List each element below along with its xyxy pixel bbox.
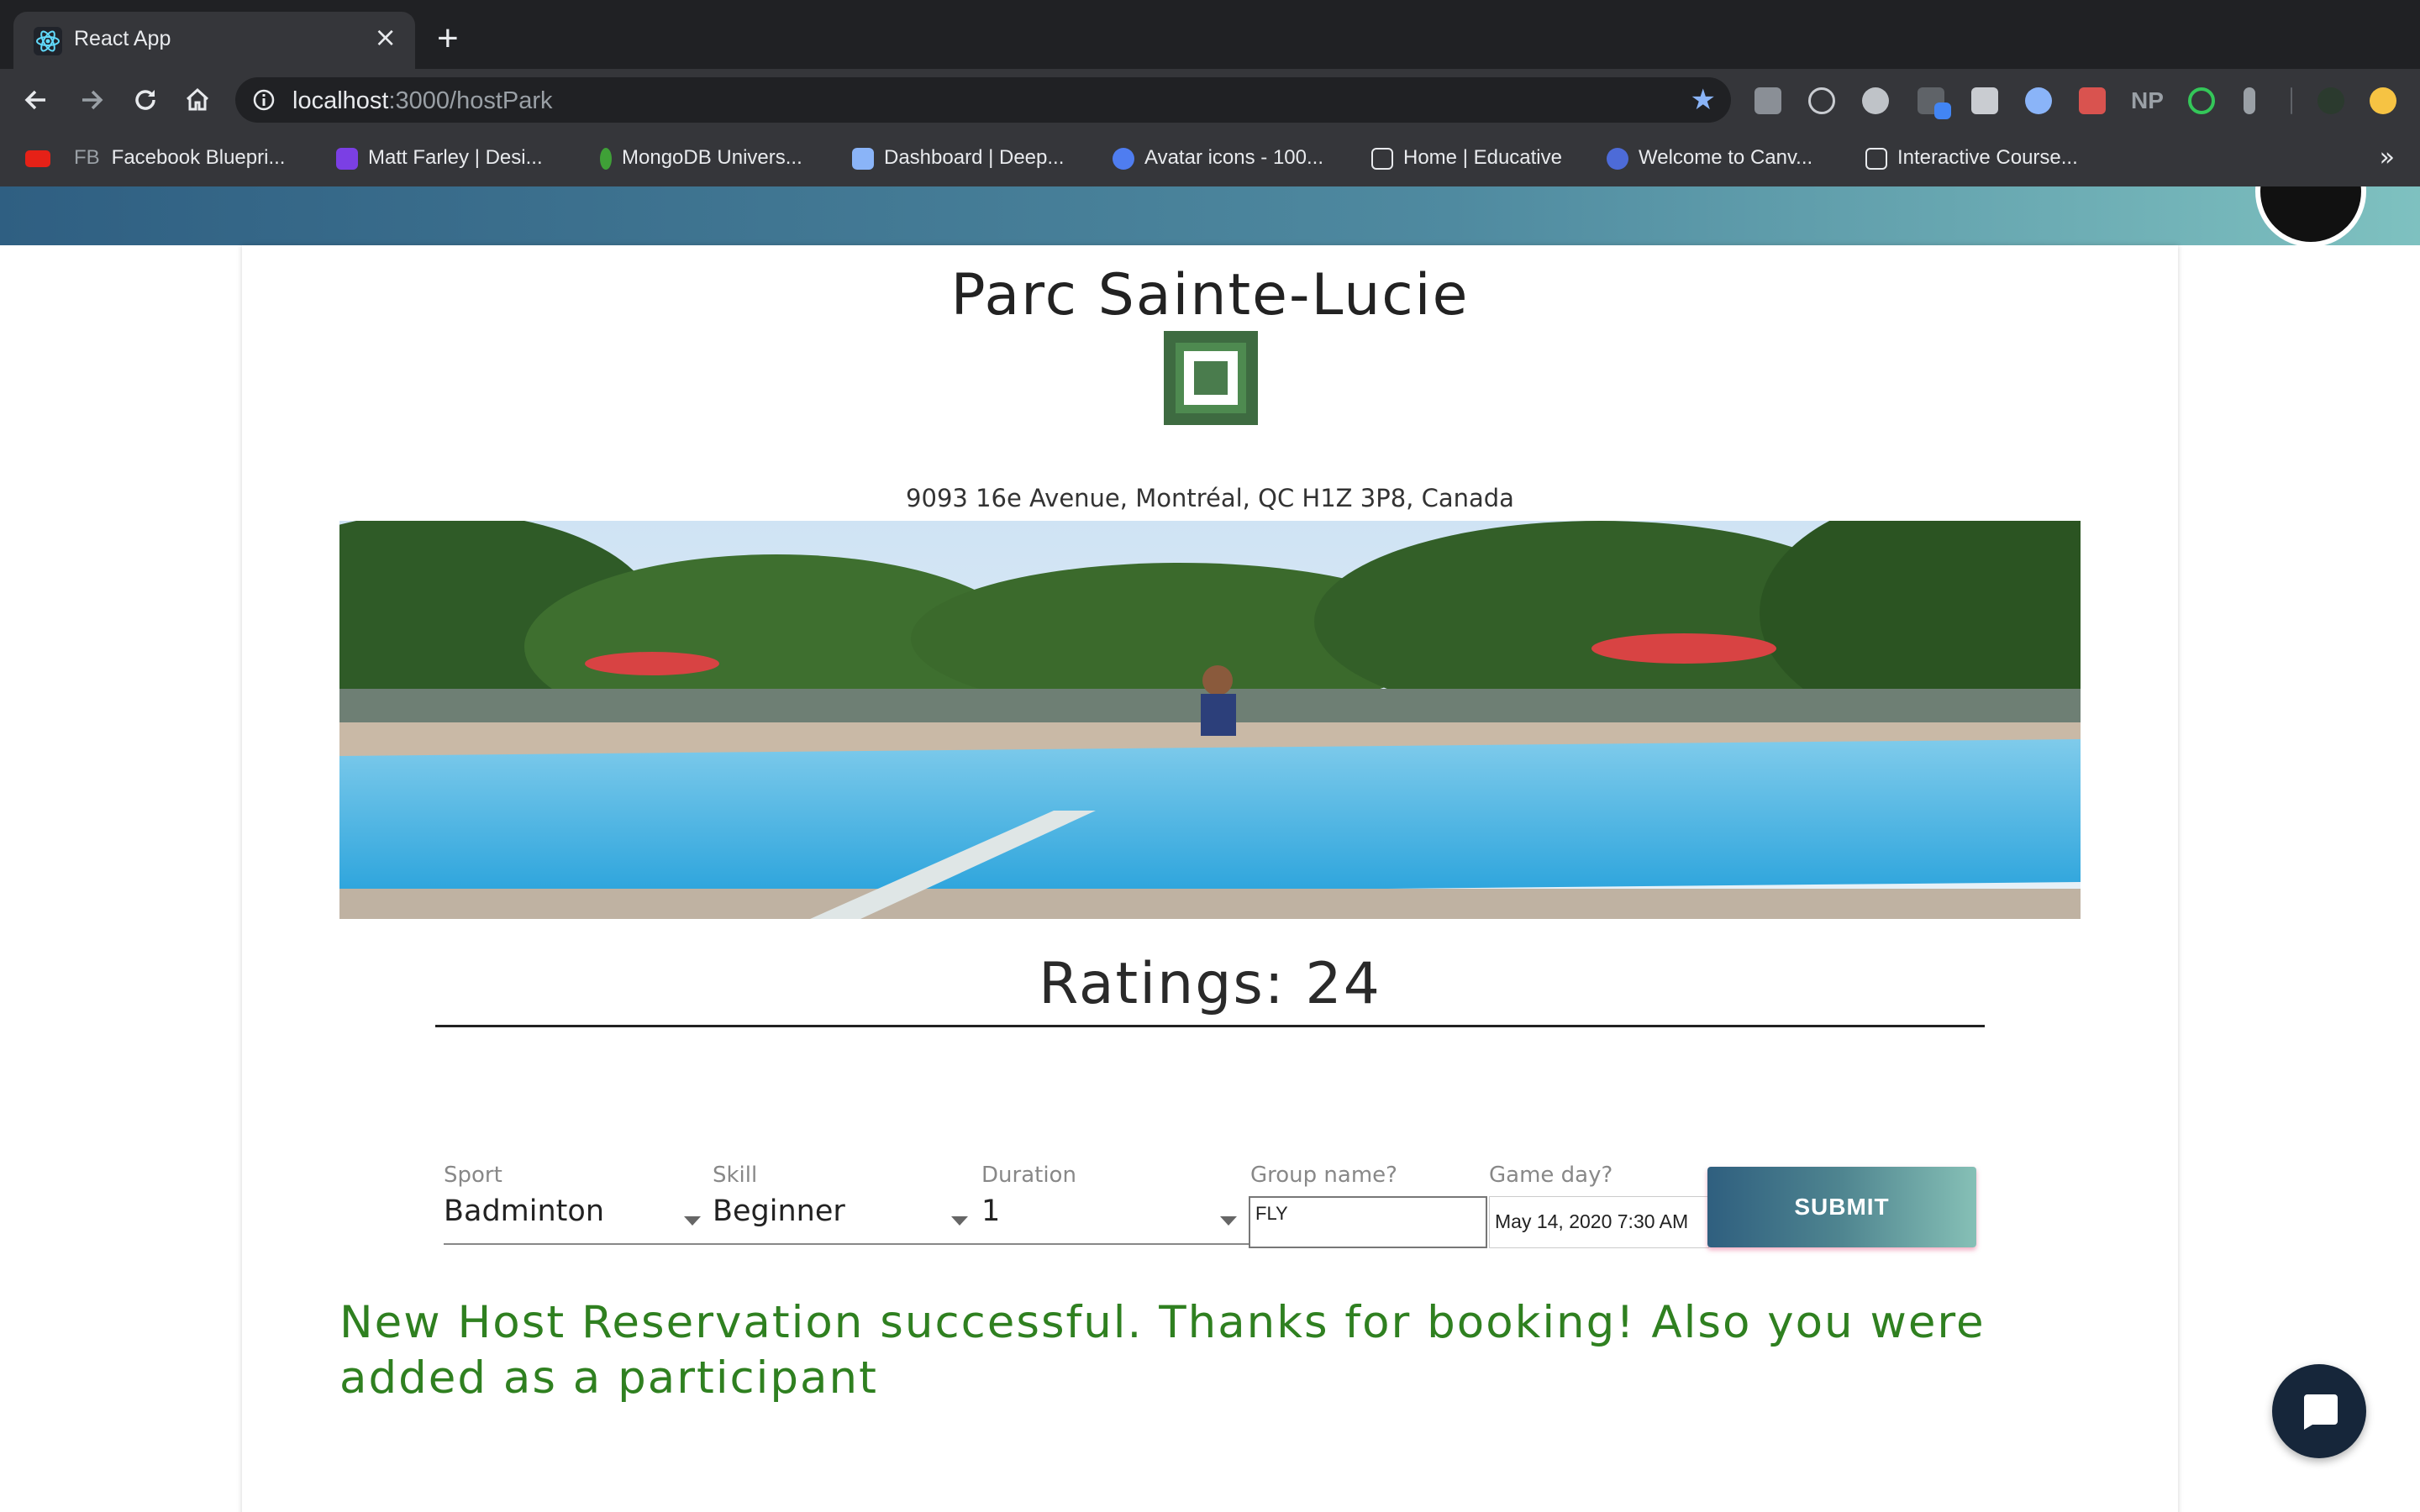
bookmark-mongodb[interactable]: MongoDB Univers... xyxy=(600,146,802,170)
skill-label: Skill xyxy=(713,1163,758,1188)
duration-select[interactable]: 1 xyxy=(981,1194,1000,1228)
park-title: Parc Sainte-Lucie xyxy=(950,262,1470,328)
park-logo-icon xyxy=(1164,331,1258,425)
skill-chevron-down-icon[interactable] xyxy=(951,1216,968,1226)
info-icon[interactable] xyxy=(252,88,276,112)
extension-target-icon[interactable] xyxy=(2188,87,2215,114)
browser-tabstrip: React App × + xyxy=(0,0,2420,69)
youtube-icon xyxy=(25,150,50,167)
profile-avatar-icon[interactable] xyxy=(2370,87,2396,114)
group-name-input[interactable]: FLY xyxy=(1249,1196,1487,1248)
sport-chevron-down-icon[interactable] xyxy=(684,1216,701,1226)
canva-icon xyxy=(1607,147,1628,170)
home-icon[interactable] xyxy=(182,84,213,116)
forward-arrow-icon[interactable] xyxy=(76,84,108,116)
bookmark-label: Facebook Bluepri... xyxy=(111,146,286,169)
extension-small-icon[interactable] xyxy=(2244,87,2255,114)
bookmark-interactive-course[interactable]: Interactive Course... xyxy=(1865,146,2078,170)
game-day-picker[interactable]: May 14, 2020 7:30 AM xyxy=(1489,1196,1709,1248)
back-arrow-icon[interactable] xyxy=(20,84,52,116)
deepnote-icon xyxy=(852,147,874,170)
game-day-label: Game day? xyxy=(1489,1163,1613,1188)
mongodb-leaf-icon xyxy=(600,147,612,170)
bookmark-label: Welcome to Canv... xyxy=(1639,146,1813,169)
extension-np-icon[interactable]: NP xyxy=(2131,87,2165,114)
reload-icon[interactable] xyxy=(129,84,161,116)
app-header xyxy=(0,186,2420,245)
url-host: localhost xyxy=(292,87,389,114)
avatar-site-icon xyxy=(1113,147,1134,170)
duration-label: Duration xyxy=(981,1163,1076,1188)
duration-chevron-down-icon[interactable] xyxy=(1220,1216,1237,1226)
extension-printer-icon[interactable] xyxy=(1971,87,1998,114)
course-icon xyxy=(1865,147,1887,170)
sport-underline xyxy=(444,1243,713,1245)
extension-feather-icon[interactable] xyxy=(1862,87,1889,114)
park-address: 9093 16e Avenue, Montréal, QC H1Z 3P8, C… xyxy=(906,484,1514,512)
park-card: Parc Sainte-Lucie 9093 16e Avenue, Montr… xyxy=(242,245,2178,1512)
chat-bubble-icon xyxy=(2304,1394,2338,1430)
bookmark-dashboard[interactable]: Dashboard | Deep... xyxy=(852,146,1064,170)
bookmark-facebook-blueprint[interactable]: FB Facebook Bluepri... xyxy=(74,146,285,170)
extension-circle-icon[interactable] xyxy=(1808,87,1835,114)
ratings-divider xyxy=(435,1025,1985,1027)
chat-launcher-button[interactable] xyxy=(2272,1364,2366,1458)
tab-title: React App xyxy=(74,27,171,50)
sport-label: Sport xyxy=(444,1163,502,1188)
extension-js-icon[interactable] xyxy=(1754,87,1781,114)
tab-close-icon[interactable]: × xyxy=(374,24,397,50)
bookmark-label: MongoDB Univers... xyxy=(622,146,802,169)
extension-badge-icon xyxy=(1934,102,1951,119)
page-viewport: Parc Sainte-Lucie 9093 16e Avenue, Montr… xyxy=(0,186,2420,1512)
browser-tab-active[interactable]: React App × xyxy=(13,12,415,69)
reservation-success-message: New Host Reservation successful. Thanks … xyxy=(339,1297,1986,1404)
bookmark-educative[interactable]: Home | Educative xyxy=(1371,146,1562,170)
url-text: localhost:3000/hostPark xyxy=(292,87,553,115)
bookmark-label: Dashboard | Deep... xyxy=(884,146,1065,169)
bookmark-label: Home | Educative xyxy=(1403,146,1562,169)
bookmark-canvas[interactable]: Welcome to Canv... xyxy=(1607,146,1812,170)
skill-select[interactable]: Beginner xyxy=(713,1194,845,1228)
toolbar-divider xyxy=(2291,87,2292,114)
submit-button[interactable]: SUBMIT xyxy=(1707,1167,1976,1247)
bookmark-label: Matt Farley | Desi... xyxy=(368,146,543,169)
matt-farley-icon xyxy=(336,147,358,170)
bookmark-label: Interactive Course... xyxy=(1897,146,2078,169)
bookmark-matt-farley[interactable]: Matt Farley | Desi... xyxy=(336,146,543,170)
park-logo-inner xyxy=(1184,351,1238,405)
extension-red-icon[interactable] xyxy=(2079,87,2106,114)
group-name-label: Group name? xyxy=(1250,1163,1397,1188)
extension-ring-icon[interactable] xyxy=(2025,87,2052,114)
educative-icon xyxy=(1371,147,1393,170)
bookmarks-bar: FB Facebook Bluepri... Matt Farley | Desi… xyxy=(0,131,2420,186)
sport-select[interactable]: Badminton xyxy=(444,1194,604,1228)
park-pool-photo xyxy=(339,521,2081,919)
bookmark-avatar-icons[interactable]: Avatar icons - 100... xyxy=(1113,146,1323,170)
park-ratings: Ratings: 24 xyxy=(1039,951,1381,1017)
duration-underline xyxy=(981,1243,1250,1245)
park-logo-core xyxy=(1194,361,1228,395)
address-bar[interactable]: localhost:3000/hostPark ★ xyxy=(235,77,1731,123)
url-path: :3000/hostPark xyxy=(388,87,553,114)
skill-underline xyxy=(713,1243,981,1245)
react-icon xyxy=(34,27,62,55)
new-tab-button[interactable]: + xyxy=(437,20,459,57)
bookmark-youtube[interactable] xyxy=(25,146,60,170)
bookmark-label: Avatar icons - 100... xyxy=(1144,146,1323,169)
bookmarks-more-icon[interactable]: » xyxy=(2380,143,2395,172)
extension-dark-icon[interactable] xyxy=(2317,87,2344,114)
bookmark-prefix: FB xyxy=(74,146,100,169)
bookmark-star-icon[interactable]: ★ xyxy=(1691,86,1716,114)
browser-toolbar: localhost:3000/hostPark ★ NP xyxy=(0,69,2420,131)
